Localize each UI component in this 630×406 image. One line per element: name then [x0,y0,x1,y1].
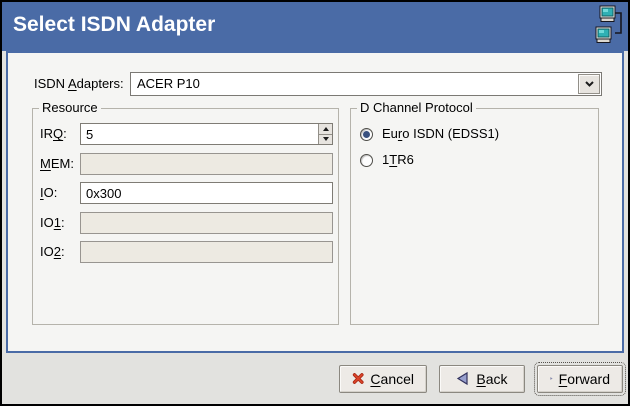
cancel-button-label: Cancel [370,371,414,387]
back-button-label: Back [476,371,507,387]
io2-input [80,241,333,263]
io-input[interactable] [81,183,332,203]
radio-1tr6-label: 1TR6 [382,153,414,167]
arrow-left-icon [456,371,470,386]
irq-spinbox[interactable] [80,123,333,145]
d-channel-protocol-legend: D Channel Protocol [357,100,476,115]
forward-button[interactable]: Forward [537,365,623,393]
dialog-button-bar: Cancel Back Forward [2,353,628,404]
isdn-adapters-combobox-value: ACER P10 [137,73,200,95]
dialog-header: Select ISDN Adapter [2,2,628,51]
irq-label: IRQ: [40,123,67,145]
io1-row: IO1: [33,212,338,234]
io2-row: IO2: [33,241,338,263]
chevron-down-icon [585,81,594,87]
network-computers-icon [593,4,625,48]
combobox-dropdown-button[interactable] [578,74,600,94]
mem-input [80,153,333,175]
back-button[interactable]: Back [439,365,525,393]
io-label: IO: [40,182,57,204]
irq-row: IRQ: [33,123,338,145]
forward-button-label: Forward [559,371,610,387]
isdn-adapters-row: ISDN Adapters: ACER P10 [8,72,622,96]
cancel-x-icon [352,371,364,386]
irq-input[interactable] [81,124,318,144]
triangle-down-icon [323,137,329,141]
resource-group-legend: Resource [39,100,101,115]
dialog-title: Select ISDN Adapter [13,13,215,37]
io2-label: IO2: [40,241,65,263]
select-isdn-adapter-dialog: Select ISDN Adapter ISDN Adapters: ACER … [0,0,630,406]
isdn-adapters-combobox[interactable]: ACER P10 [130,72,602,96]
mem-label: MEM: [40,153,74,175]
content-frame: ISDN Adapters: ACER P10 Resource IRQ: [6,51,624,353]
radio-euro-isdn[interactable]: Euro ISDN (EDSS1) [360,127,499,141]
radio-selected-icon[interactable] [360,128,373,141]
d-channel-protocol-group: D Channel Protocol Euro ISDN (EDSS1) 1TR… [350,108,599,325]
resource-group: Resource IRQ: MEM: IO: [32,108,339,325]
cancel-button[interactable]: Cancel [339,365,427,393]
irq-spin-buttons [318,124,332,144]
isdn-adapters-label: ISDN Adapters: [34,72,124,96]
io1-input [80,212,333,234]
arrow-right-icon [550,371,553,386]
radio-unselected-icon[interactable] [360,154,373,167]
spin-down-button[interactable] [319,134,332,145]
mem-row: MEM: [33,153,338,175]
radio-euro-isdn-label: Euro ISDN (EDSS1) [382,127,499,141]
io-field[interactable] [80,182,333,204]
radio-1tr6[interactable]: 1TR6 [360,153,414,167]
triangle-up-icon [323,127,329,131]
spin-up-button[interactable] [319,124,332,134]
io-row: IO: [33,182,338,204]
io1-label: IO1: [40,212,65,234]
